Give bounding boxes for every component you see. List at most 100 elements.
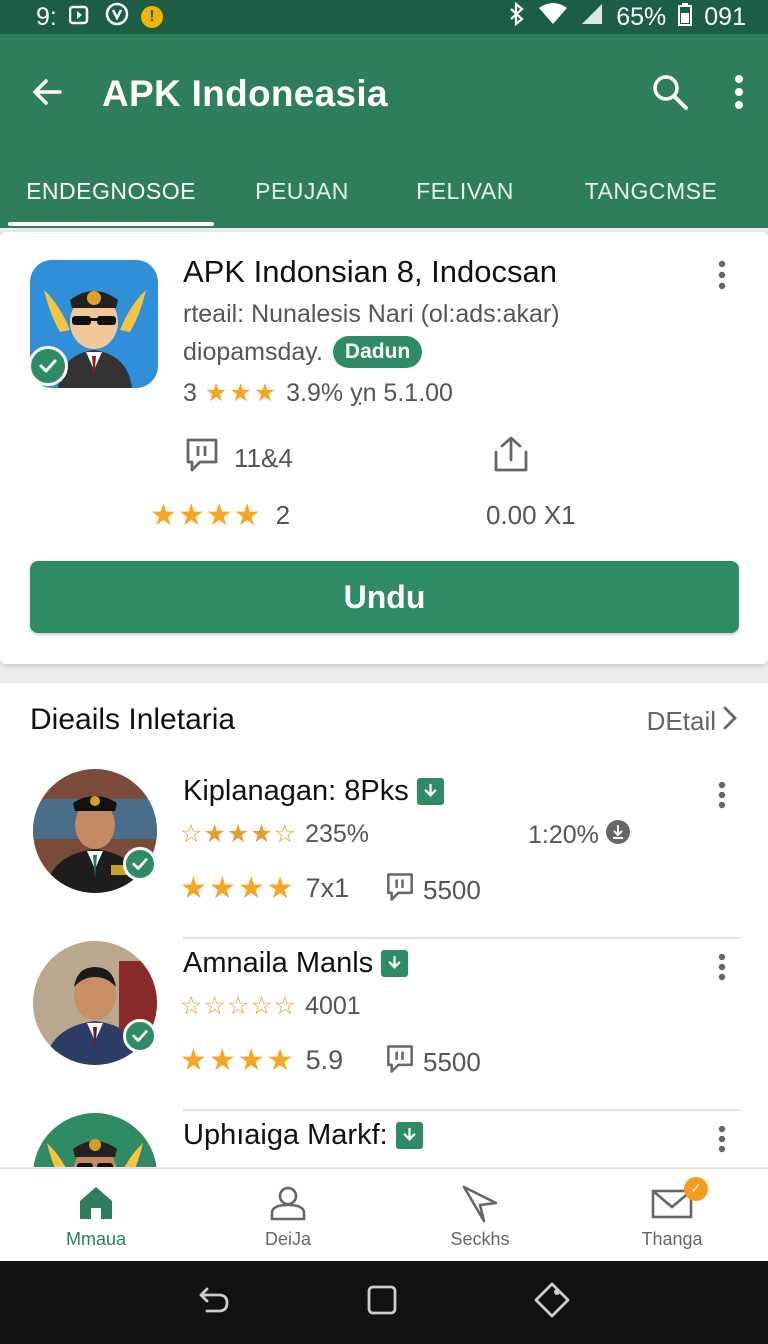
item-side-text: 1:20%	[528, 821, 599, 849]
back-nav-icon[interactable]	[197, 1283, 231, 1322]
outline-stars-icon: ☆☆☆☆☆	[180, 992, 298, 1020]
item-more-icon[interactable]	[718, 953, 726, 986]
signal-icon	[580, 3, 604, 32]
item-comments-text: 5500	[423, 875, 481, 905]
comment-icon	[184, 436, 220, 481]
outline-stars-icon: ☆★★★☆	[180, 820, 298, 848]
comment-icon	[385, 1043, 415, 1082]
rating-prefix: 3	[183, 378, 197, 407]
item-rating-text: 235%	[305, 819, 370, 848]
list-item[interactable]: Kiplanagan: 8Pks ☆★★★☆ 235% 1:20% ★★★★ 7…	[0, 767, 768, 939]
recents-nav-icon[interactable]	[533, 1281, 571, 1324]
home-nav-icon[interactable]	[365, 1283, 399, 1322]
item-name: Kiplanagan: 8Pks	[183, 775, 444, 808]
item-name-text: Kiplanagan: 8Pks	[183, 775, 409, 807]
rating-stars-icon: ★★★	[204, 379, 279, 407]
list-item[interactable]: Uphıaiga Markf:	[0, 1111, 768, 1167]
item-stars-text: 7x1	[305, 873, 350, 903]
video-icon	[68, 3, 93, 32]
item-name-text: Uphıaiga Markf:	[183, 1119, 388, 1151]
nav-label-messages: Thanga	[641, 1228, 703, 1249]
tab-endegnosoe[interactable]: ENDEGNOSOE	[0, 154, 222, 228]
nav-item-search[interactable]: Seckhs	[384, 1169, 576, 1261]
status-badge: Dadun	[332, 336, 423, 368]
item-stars: ★★★★ 7x1	[180, 871, 349, 906]
download-badge-icon	[416, 778, 444, 805]
mail-icon: ✓	[650, 1176, 708, 1225]
app-title: APK Indoneasia	[102, 73, 388, 114]
stars-count: 2	[275, 500, 291, 530]
share-icon	[492, 434, 530, 481]
tab-felivan[interactable]: FELIVAN	[382, 154, 548, 228]
item-more-icon[interactable]	[718, 1125, 726, 1158]
app-meta: diopamsday. Dadun	[183, 336, 423, 368]
back-arrow-icon[interactable]	[30, 74, 66, 115]
tab-tangcmse[interactable]: TANGCMSE	[548, 154, 754, 228]
share-value-text: 0.00 X1	[486, 500, 576, 530]
share-value: 0.00 X1	[486, 500, 576, 531]
item-stars: ★★★★ 5.9	[180, 1043, 343, 1078]
status-time: 9:	[36, 2, 57, 31]
shield-icon	[105, 2, 129, 33]
search-icon[interactable]	[650, 72, 690, 117]
comments-count: 11&4	[234, 443, 293, 473]
item-more-icon[interactable]	[718, 781, 726, 814]
item-comments: 5500	[385, 1043, 481, 1082]
item-stars-text: 5.9	[305, 1045, 344, 1075]
status-extra: 091	[704, 2, 746, 31]
item-rating-text: 4001	[305, 991, 361, 1020]
nav-item-home[interactable]: Mmaua	[0, 1169, 192, 1261]
section-title: Dieails Inletaria	[30, 703, 236, 736]
item-name-text: Amnaila Manls	[183, 947, 374, 979]
item-side: 1:20%	[528, 819, 631, 852]
details-section: Dieails Inletaria DEtail Kiplanagan: 8Pk…	[0, 683, 768, 1167]
battery-icon	[678, 2, 693, 33]
chevron-right-icon	[722, 705, 738, 738]
avatar	[33, 1113, 157, 1167]
four-stars-icon: ★★★★	[150, 499, 262, 532]
app-name: APK Indonsian 8, Indocsan	[183, 254, 557, 289]
person-icon	[268, 1181, 308, 1225]
item-name: Amnaila Manls	[183, 947, 409, 980]
system-navigation	[0, 1261, 768, 1344]
download-badge-icon	[395, 1122, 423, 1149]
list-item[interactable]: Amnaila Manls ☆☆☆☆☆ 4001 ★★★★ 5.9 5500	[0, 939, 768, 1111]
share-stat[interactable]	[492, 434, 530, 481]
comment-icon	[385, 871, 415, 910]
tab-bar: ENDEGNOSOE PEUJAN FELIVAN TANGCMSE	[0, 154, 768, 228]
app-rating: 3 ★★★ 3.9% ỵn 5.1.00	[183, 378, 453, 408]
tab-peujan[interactable]: PEUJAN	[222, 154, 382, 228]
star-rating-stat: ★★★★ 2	[150, 498, 290, 533]
nav-item-messages[interactable]: ✓ Thanga	[576, 1169, 768, 1261]
card-more-icon[interactable]	[718, 260, 726, 295]
item-rating: ☆☆☆☆☆ 4001	[180, 991, 361, 1021]
item-name: Uphıaiga Markf:	[183, 1119, 423, 1152]
section-link-label: DEtail	[646, 706, 716, 736]
app-meta-text: diopamsday.	[183, 337, 323, 366]
verified-check-icon	[123, 847, 157, 881]
comments-stat[interactable]: 11&4	[184, 436, 293, 481]
more-vert-icon[interactable]	[734, 74, 744, 115]
app-bar: APK Indoneasia ENDEGNOSOE PEUJAN FELIVAN…	[0, 34, 768, 228]
bluetooth-icon	[508, 1, 526, 33]
notification-badge: ✓	[684, 1176, 708, 1201]
nav-label-home: Mmaua	[65, 1228, 127, 1249]
item-comments: 5500	[385, 871, 481, 910]
app-developer: rteail: Nunalesis Nari (ol:ads:akar)	[183, 300, 560, 328]
home-icon	[76, 1181, 116, 1225]
download-circle-icon	[605, 819, 631, 852]
battery-percent: 65%	[616, 2, 667, 31]
status-bar: 9: ! 65% 091	[0, 0, 768, 34]
section-detail-link[interactable]: DEtail	[647, 705, 738, 738]
app-icon[interactable]	[28, 260, 160, 390]
app-card: APK Indonsian 8, Indocsan rteail: Nunale…	[0, 232, 768, 664]
four-stars-icon: ★★★★	[180, 872, 296, 905]
nav-item-profile[interactable]: DeiJa	[192, 1169, 384, 1261]
verified-check-icon	[123, 1019, 157, 1053]
send-icon	[458, 1181, 502, 1225]
four-stars-icon: ★★★★	[180, 1044, 296, 1077]
download-badge-icon	[381, 950, 409, 977]
wifi-icon	[538, 2, 568, 32]
download-button[interactable]: Undu	[30, 561, 739, 633]
nav-label-search: Seckhs	[450, 1228, 510, 1249]
